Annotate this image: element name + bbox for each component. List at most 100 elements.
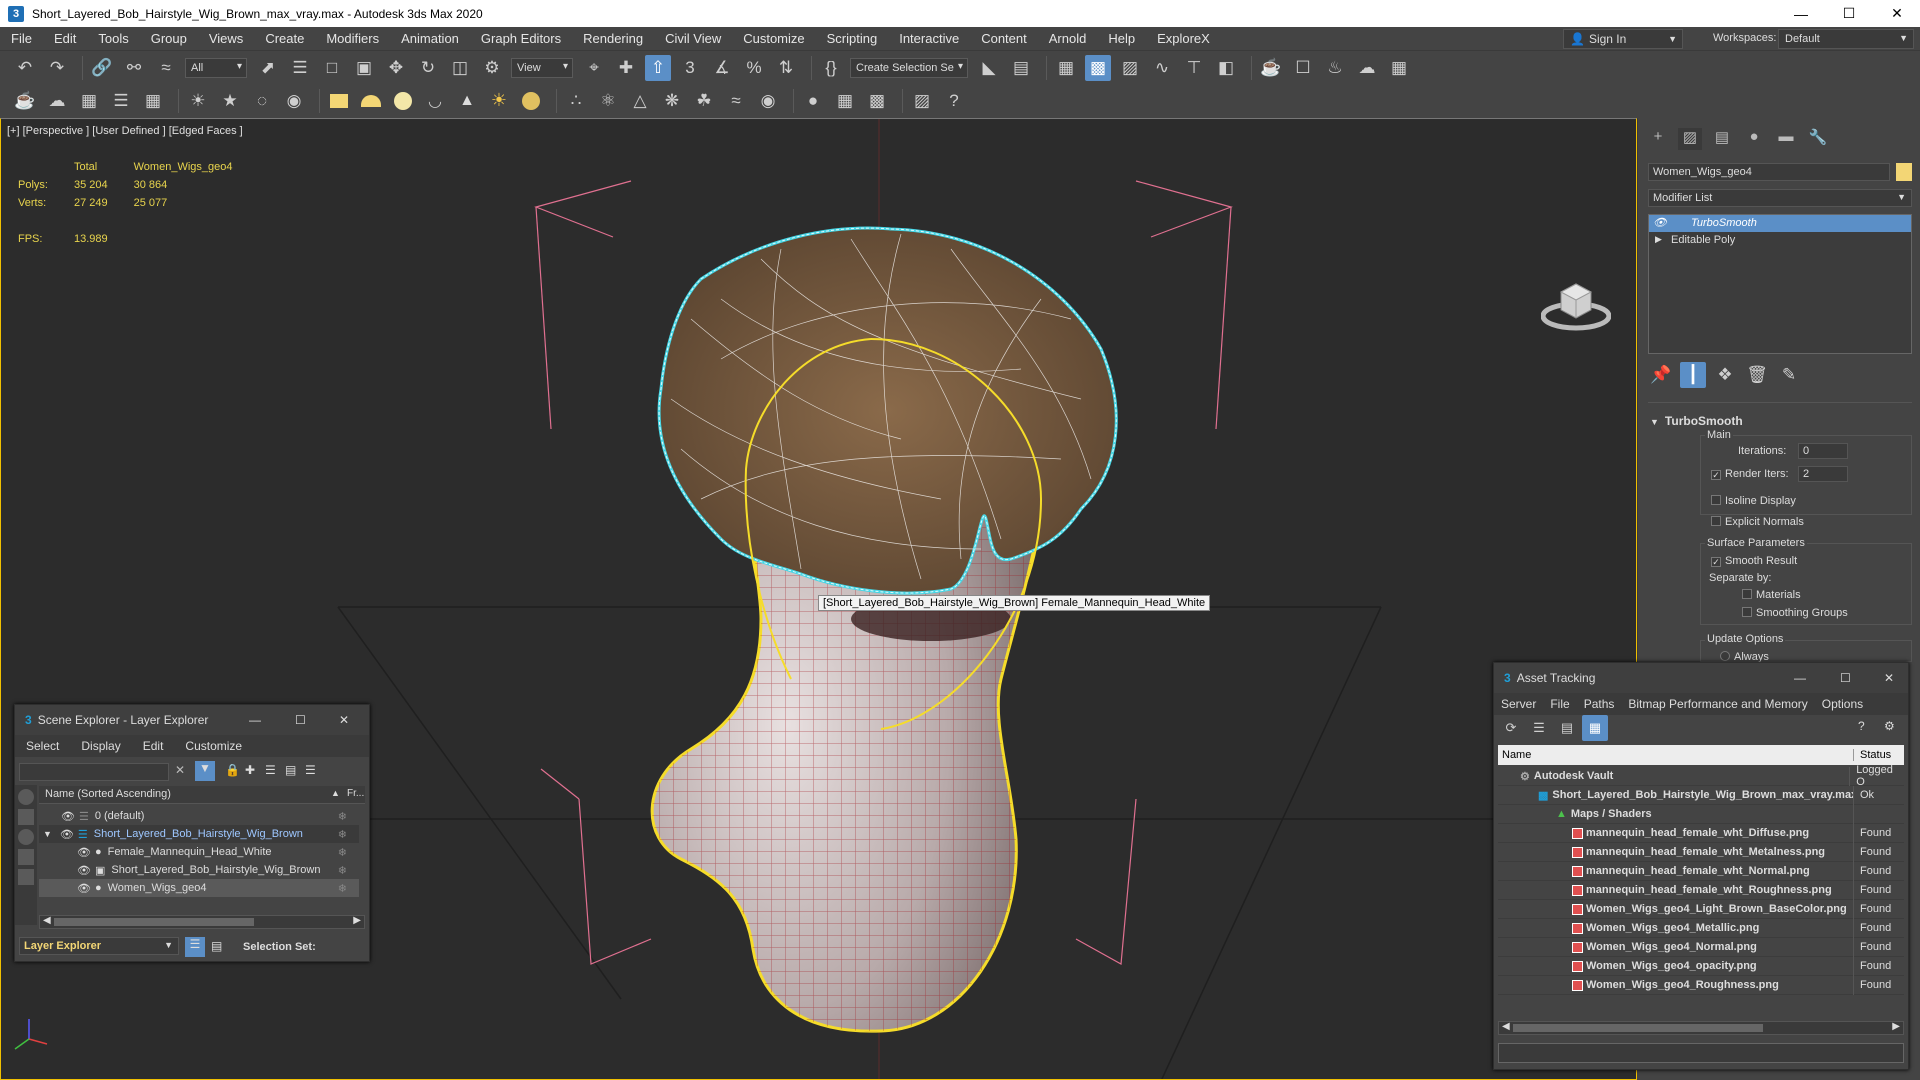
make-unique-icon[interactable]: ❖ xyxy=(1712,362,1738,388)
menu-create[interactable]: Create xyxy=(254,31,315,46)
align-icon[interactable]: ▤ xyxy=(1008,55,1034,81)
layers-icon[interactable]: ☰ xyxy=(265,763,276,777)
display-geometry-icon[interactable] xyxy=(18,809,34,825)
table-view-icon[interactable]: ▦ xyxy=(1582,715,1608,741)
se-menu-display[interactable]: Display xyxy=(70,739,131,753)
minimize-button[interactable]: — xyxy=(1778,0,1824,27)
undo-icon[interactable]: ↶ xyxy=(12,55,38,81)
at-menu-server[interactable]: Server xyxy=(1494,697,1543,711)
layer-row[interactable]: 👁 ☰ 0 (default) ❄ xyxy=(39,807,359,825)
particles-icon[interactable]: ∴ xyxy=(563,88,589,114)
vray-vfb-icon[interactable]: ▩ xyxy=(864,88,890,114)
horizontal-scrollbar[interactable]: ◀ ▶ xyxy=(1498,1021,1904,1035)
select-by-name-icon[interactable]: ☰ xyxy=(287,55,313,81)
menu-help[interactable]: Help xyxy=(1097,31,1146,46)
se-menu-customize[interactable]: Customize xyxy=(174,739,253,753)
horizontal-scrollbar[interactable]: ◀ ▶ xyxy=(39,915,365,929)
toggle-ribbon-icon[interactable]: ▨ xyxy=(1117,55,1143,81)
freeze-icon[interactable]: ❄ xyxy=(338,846,347,859)
utilities-tab-icon[interactable]: 🔧 xyxy=(1806,128,1830,150)
vray-light-icon[interactable]: ★ xyxy=(217,88,243,114)
display-tab-icon[interactable]: ▬ xyxy=(1774,128,1798,150)
configure-sets-icon[interactable]: ✎ xyxy=(1776,362,1802,388)
asset-row[interactable]: Women_Wigs_geo4_opacity.png Found xyxy=(1498,956,1904,976)
hierarchy-icon[interactable]: ▤ xyxy=(285,763,296,777)
stack-item-editable-poly[interactable]: ▶ Editable Poly xyxy=(1649,232,1911,249)
eye-icon[interactable]: 👁 xyxy=(77,882,91,895)
layer-explorer-icon[interactable]: ☰ xyxy=(185,937,205,957)
hierarchy-tab-icon[interactable]: ▤ xyxy=(1710,128,1734,150)
window-crossing-icon[interactable]: ▣ xyxy=(351,55,377,81)
turbosmooth-rollout-title[interactable]: ▼ TurboSmooth xyxy=(1650,414,1743,428)
modify-tab-icon[interactable]: ▨ xyxy=(1678,128,1702,150)
menu-explorex[interactable]: ExploreX xyxy=(1146,31,1221,46)
select-object-icon[interactable]: ⬈ xyxy=(255,55,281,81)
object-row-selected[interactable]: 👁 ● Women_Wigs_geo4 ❄ xyxy=(39,879,359,897)
bind-spacewarp-icon[interactable]: ≈ xyxy=(153,55,179,81)
freeze-icon[interactable]: ❄ xyxy=(338,882,347,895)
rotate-icon[interactable]: ↻ xyxy=(415,55,441,81)
mirror-icon[interactable]: ◣ xyxy=(976,55,1002,81)
asset-tracking-titlebar[interactable]: 3 Asset Tracking — ☐ ✕ xyxy=(1494,663,1908,693)
teapot-icon[interactable]: ☕ xyxy=(12,88,38,114)
render-production-icon[interactable]: ♨ xyxy=(1322,55,1348,81)
display-lights-icon[interactable] xyxy=(18,829,34,845)
dome-icon[interactable] xyxy=(358,88,384,114)
asset-row[interactable]: Women_Wigs_geo4_Roughness.png Found xyxy=(1498,975,1904,995)
eye-icon[interactable]: 👁 xyxy=(60,828,74,841)
maximize-button[interactable]: ☐ xyxy=(1826,0,1872,27)
proxy-icon[interactable]: △ xyxy=(627,88,653,114)
object-row[interactable]: 👁 ● Female_Mannequin_Head_White ❄ xyxy=(39,843,359,861)
menu-file[interactable]: File xyxy=(0,31,43,46)
filter-icon[interactable]: ▼ xyxy=(195,761,215,781)
settings-icon[interactable]: ⚙ xyxy=(1884,719,1895,733)
frozen-column-header[interactable]: Fr... xyxy=(347,788,364,799)
clear-search-icon[interactable]: ✕ xyxy=(175,763,185,777)
remove-modifier-icon[interactable]: 🗑 xyxy=(1744,362,1770,388)
pin-stack-icon[interactable]: 📌 xyxy=(1648,362,1674,388)
scroll-right-icon[interactable]: ▶ xyxy=(1892,1021,1900,1032)
link-icon[interactable]: 🔗 xyxy=(89,55,115,81)
collapse-triangle-icon[interactable]: ▼ xyxy=(43,829,52,839)
asset-row[interactable]: mannequin_head_female_wht_Roughness.png … xyxy=(1498,880,1904,900)
edit-named-selection-icon[interactable]: {} xyxy=(818,55,844,81)
keyboard-shortcut-override-icon[interactable]: ⇧ xyxy=(645,54,671,81)
asset-row[interactable]: ▩ Short_Layered_Bob_Hairstyle_Wig_Brown_m… xyxy=(1498,785,1904,805)
explorer-type-select[interactable]: Layer Explorer ▼ xyxy=(19,937,179,955)
name-column-header[interactable]: Name xyxy=(1498,749,1854,761)
eye-icon[interactable]: 👁 xyxy=(77,846,91,859)
cloud-icon[interactable]: ☁ xyxy=(44,88,70,114)
menu-group[interactable]: Group xyxy=(140,31,198,46)
tree-view-icon[interactable]: ▤ xyxy=(1554,715,1580,741)
expand-triangle-icon[interactable]: ▶ xyxy=(1655,234,1662,245)
image-icon[interactable]: ▦ xyxy=(76,88,102,114)
at-menu-bitmap-performance[interactable]: Bitmap Performance and Memory xyxy=(1621,697,1814,711)
bowl-icon[interactable]: ◡ xyxy=(422,88,448,114)
disc-icon[interactable] xyxy=(518,88,544,114)
help-icon[interactable]: ? xyxy=(941,88,967,114)
se-menu-edit[interactable]: Edit xyxy=(132,739,175,753)
stack-icon[interactable]: ☰ xyxy=(305,763,316,777)
menu-modifiers[interactable]: Modifiers xyxy=(315,31,390,46)
at-menu-file[interactable]: File xyxy=(1543,697,1576,711)
list-view-icon[interactable]: ☰ xyxy=(1526,715,1552,741)
hair-icon[interactable]: ≈ xyxy=(723,88,749,114)
asset-row[interactable]: mannequin_head_female_wht_Metalness.png … xyxy=(1498,842,1904,862)
scale-icon[interactable]: ◫ xyxy=(447,55,473,81)
scroll-left-icon[interactable]: ◀ xyxy=(1502,1021,1510,1032)
motion-tab-icon[interactable]: ● xyxy=(1742,128,1766,150)
show-end-result-icon[interactable]: ┃ xyxy=(1680,362,1706,388)
eye-icon[interactable]: 👁 xyxy=(1653,216,1667,229)
scene-explorer-titlebar[interactable]: 3 Scene Explorer - Layer Explorer — ☐ ✕ xyxy=(15,705,369,735)
asset-row[interactable]: ▲ Maps / Shaders xyxy=(1498,804,1904,824)
curve-editor-icon[interactable]: ∿ xyxy=(1149,55,1175,81)
object-row[interactable]: 👁 ▣ Short_Layered_Bob_Hairstyle_Wig_Brow… xyxy=(39,861,359,879)
modifier-list-dropdown[interactable]: Modifier List ▼ xyxy=(1648,189,1912,207)
render-iters-spinner[interactable]: 2 xyxy=(1798,466,1848,482)
material-editor-icon[interactable]: ◧ xyxy=(1213,55,1239,81)
menu-civil-view[interactable]: Civil View xyxy=(654,31,732,46)
grid-icon[interactable]: ▦ xyxy=(140,88,166,114)
scroll-right-icon[interactable]: ▶ xyxy=(353,915,361,926)
menu-tools[interactable]: Tools xyxy=(87,31,139,46)
fur-icon[interactable]: ⚛ xyxy=(595,88,621,114)
